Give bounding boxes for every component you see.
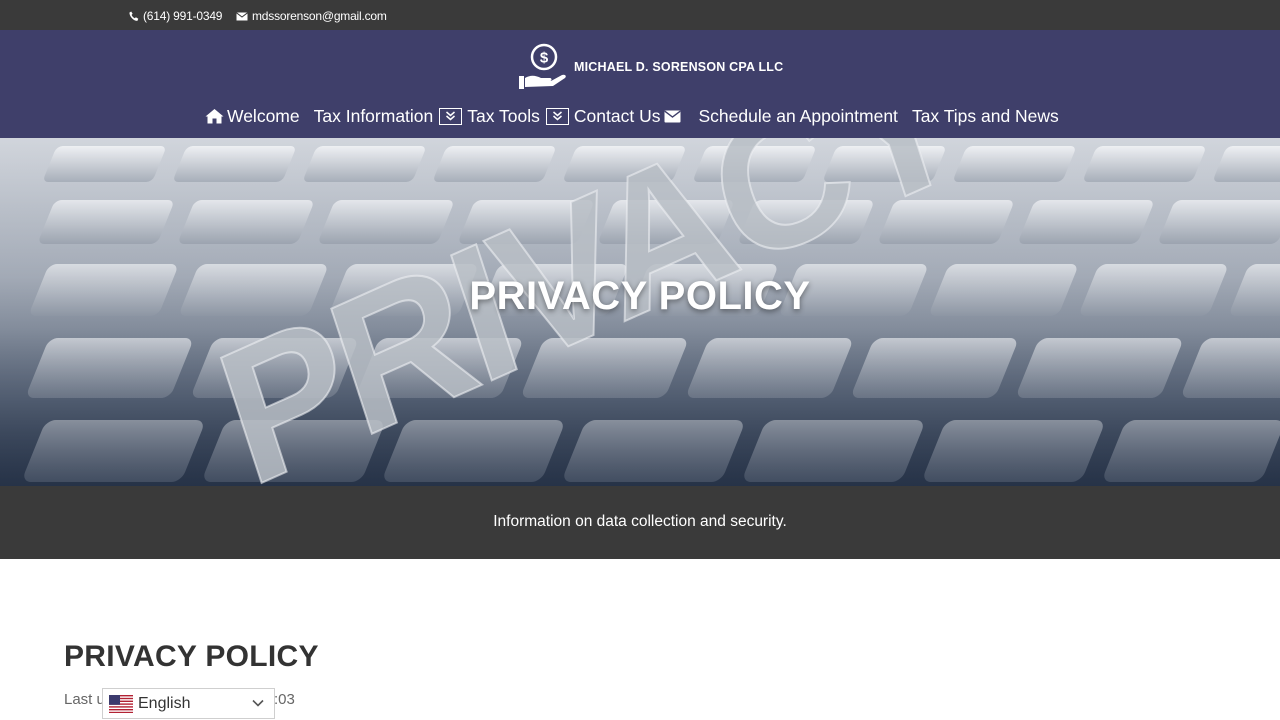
site-logo[interactable]: $ MICHAEL D. SORENSON CPA LLC	[517, 43, 783, 91]
hand-dollar-coin-icon: $	[519, 43, 566, 89]
phone-number: (614) 991-0349	[143, 9, 223, 23]
phone-link[interactable]: (614) 991-0349	[129, 9, 222, 23]
nav-tax-tools[interactable]: Tax Tools	[467, 106, 574, 127]
nav-tax-tips-news[interactable]: Tax Tips and News	[912, 106, 1059, 127]
envelope-icon	[664, 110, 682, 123]
email-link[interactable]: mdssorenson@gmail.com	[236, 9, 387, 23]
us-flag-icon	[109, 694, 133, 713]
top-contact-bar: (614) 991-0349 mdssorenson@gmail.com	[0, 0, 1280, 30]
nav-tax-tools-label: Tax Tools	[467, 105, 540, 126]
nav-schedule-appointment[interactable]: Schedule an Appointment	[698, 106, 897, 127]
nav-tips-label: Tax Tips and News	[911, 105, 1059, 126]
svg-text:$: $	[540, 50, 549, 67]
chevron-double-down-icon[interactable]	[439, 107, 463, 125]
site-header: $ MICHAEL D. SORENSON CPA LLC Welcome Ta…	[0, 30, 1280, 138]
last-updated-start: Last u	[64, 691, 105, 708]
last-updated-end: :03	[274, 691, 295, 708]
hero-banner: PRIVACY PRIVACY POLICY	[0, 138, 1280, 486]
nav-contact-us-label: Contact Us	[573, 105, 661, 126]
last-updated-text: Last u :03	[64, 691, 295, 708]
nav-tax-information-label: Tax Information	[313, 105, 434, 126]
chevron-down-icon	[252, 699, 264, 707]
hero-title: PRIVACY POLICY	[469, 274, 811, 318]
home-icon	[205, 108, 224, 124]
language-label: English	[138, 694, 191, 712]
company-name: MICHAEL D. SORENSON CPA LLC	[574, 60, 784, 74]
nav-welcome-label: Welcome	[227, 105, 300, 126]
main-navigation: Welcome Tax Information Tax Tools Contac…	[205, 103, 1059, 129]
nav-schedule-label: Schedule an Appointment	[698, 105, 898, 126]
language-selector[interactable]: English	[102, 688, 275, 719]
nav-contact-us[interactable]: Contact Us	[574, 106, 685, 127]
nav-tax-information[interactable]: Tax Information	[314, 106, 468, 127]
phone-icon	[129, 11, 139, 21]
hero-subtitle-band: Information on data collection and secur…	[0, 486, 1280, 559]
nav-welcome[interactable]: Welcome	[205, 106, 300, 127]
page-title: PRIVACY POLICY	[64, 640, 319, 673]
chevron-double-down-icon[interactable]	[545, 107, 569, 125]
email-address: mdssorenson@gmail.com	[252, 9, 387, 23]
hero-subtitle: Information on data collection and secur…	[493, 513, 787, 530]
envelope-icon	[236, 11, 248, 20]
